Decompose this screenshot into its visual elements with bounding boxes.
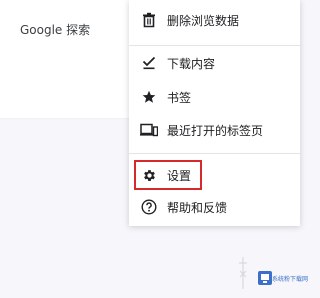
watermark: 系统粉下载网 — [258, 268, 312, 292]
star-icon — [140, 88, 158, 106]
menu-item-bookmarks[interactable]: 书签 — [129, 83, 300, 111]
menu-item-label: 书签 — [167, 91, 192, 105]
search-panel: Google 探索 — [0, 0, 132, 118]
menu-item-label: 帮助和反馈 — [167, 201, 228, 215]
menu-item-recent-tabs[interactable]: 最近打开的标签页 — [129, 116, 300, 144]
menu-divider — [129, 153, 300, 154]
settings-highlight-box — [134, 160, 202, 190]
overflow-menu: 删除浏览数据 下载内容 书签 最近打开的标签页 设置 帮助和反馈 — [129, 0, 300, 226]
google-discover-label[interactable]: Google 探索 — [20, 21, 90, 38]
recent-tabs-icon — [140, 121, 158, 139]
menu-item-label: 最近打开的标签页 — [167, 124, 264, 138]
trash-icon — [140, 11, 158, 29]
menu-item-downloads[interactable]: 下载内容 — [129, 49, 300, 77]
page: Google 探索 删除浏览数据 下载内容 书签 最近打开的标签页 设置 帮助和… — [0, 0, 312, 298]
menu-item-clear-browsing-data[interactable]: 删除浏览数据 — [129, 6, 300, 34]
menu-divider — [129, 45, 300, 46]
menu-item-help-feedback[interactable]: 帮助和反馈 — [129, 193, 300, 221]
menu-item-label: 删除浏览数据 — [167, 14, 240, 28]
help-icon — [140, 198, 158, 216]
watermark-logo-icon — [258, 271, 272, 285]
watermark-text: 系统粉下载网 — [272, 276, 309, 283]
menu-item-label: 下载内容 — [167, 57, 216, 71]
download-check-icon — [140, 54, 158, 72]
watermark-figure-icon — [239, 257, 247, 289]
